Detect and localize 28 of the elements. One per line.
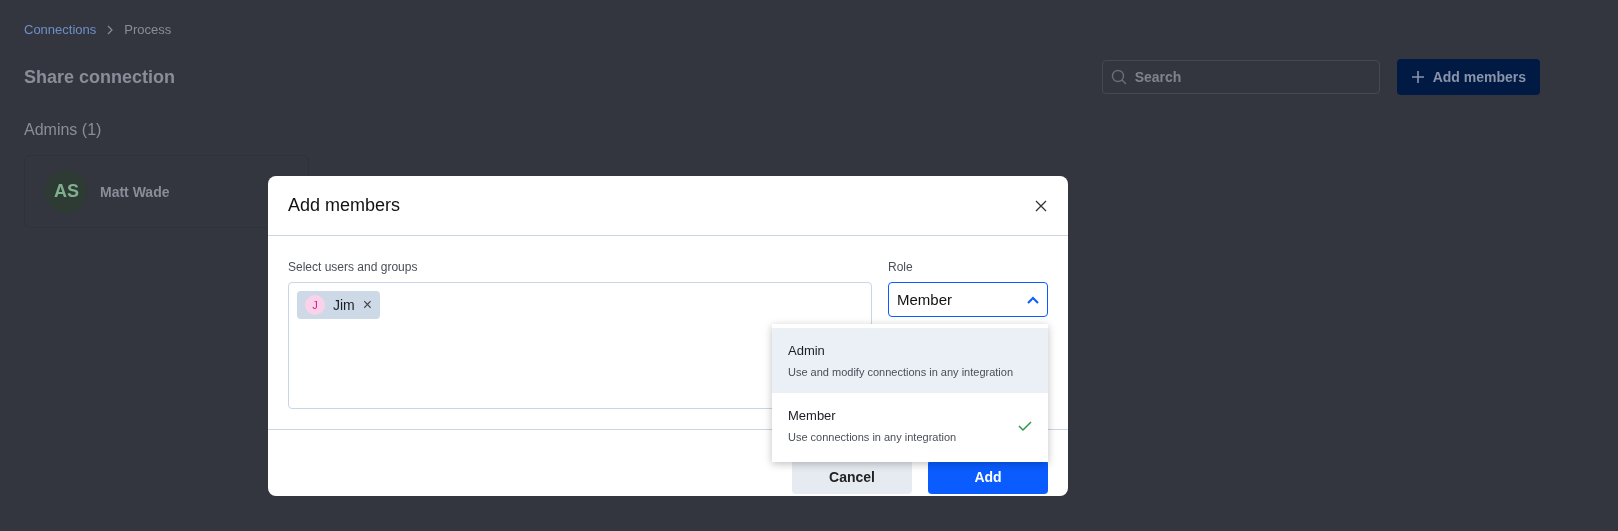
role-option[interactable]: Member Use connections in any integration (772, 393, 1048, 458)
breadcrumb-link[interactable]: Connections (24, 22, 97, 37)
breadcrumb-current: Process (124, 22, 172, 37)
add-button[interactable]: Add (928, 460, 1048, 494)
chevron-icon (1027, 295, 1039, 304)
member-name: Matt Wade (100, 183, 170, 200)
dialog-title: Add members (288, 195, 402, 216)
search-field[interactable]: Search (1101, 60, 1380, 94)
option-name: Admin (788, 343, 826, 358)
close-icon[interactable] (1034, 198, 1048, 213)
field-label: Role (888, 260, 914, 274)
remove-button[interactable]: × (362, 296, 373, 314)
user-avatar: J (305, 295, 325, 315)
role-option[interactable]: Admin Use and modify connections in any integration (772, 328, 1048, 393)
cancel-button[interactable]: Cancel (792, 460, 912, 494)
check-icon (1018, 419, 1032, 432)
search-icon (1110, 69, 1127, 85)
add-members-button[interactable]: Add members (1396, 59, 1540, 95)
page-title: Share connection (24, 66, 177, 88)
plus-icon (1410, 70, 1425, 84)
option-name: Member (788, 408, 837, 423)
user-name: Jim (333, 297, 355, 313)
role-select[interactable]: Member (888, 282, 1048, 317)
option-description: Use connections in any integration (788, 431, 958, 443)
admins-heading: Admins (1) (24, 121, 103, 139)
field-label: Select users and groups (288, 260, 419, 274)
avatar: AS (45, 170, 88, 213)
chevron-right-icon (106, 24, 115, 35)
